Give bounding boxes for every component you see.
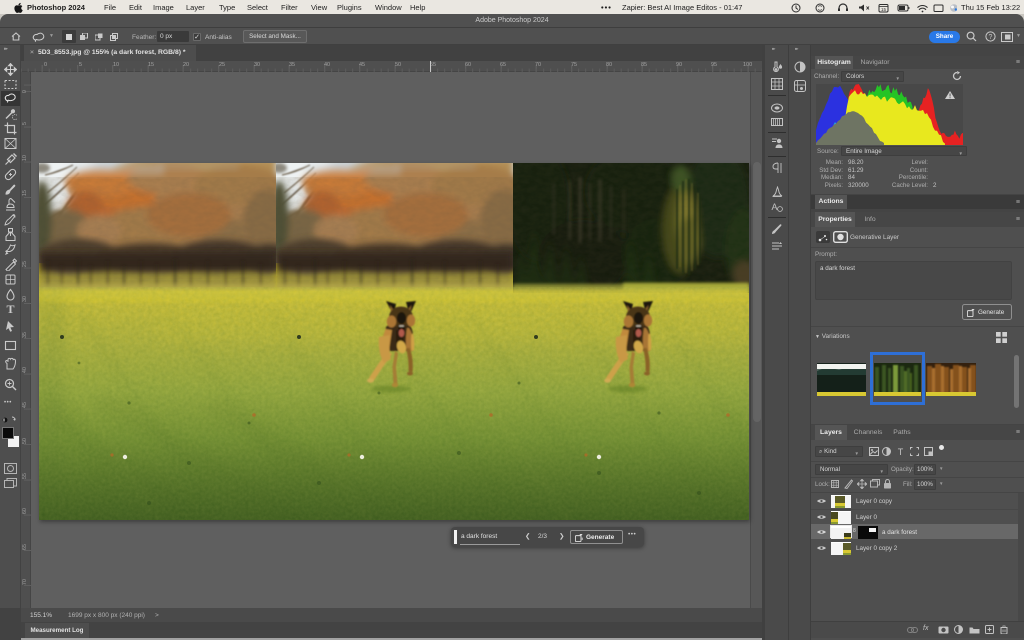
svg-text:A: A <box>771 202 777 212</box>
svg-text:?: ? <box>989 34 993 41</box>
svg-text:T: T <box>898 447 904 456</box>
svg-text:15: 15 <box>881 7 887 12</box>
svg-text:T: T <box>6 302 14 315</box>
